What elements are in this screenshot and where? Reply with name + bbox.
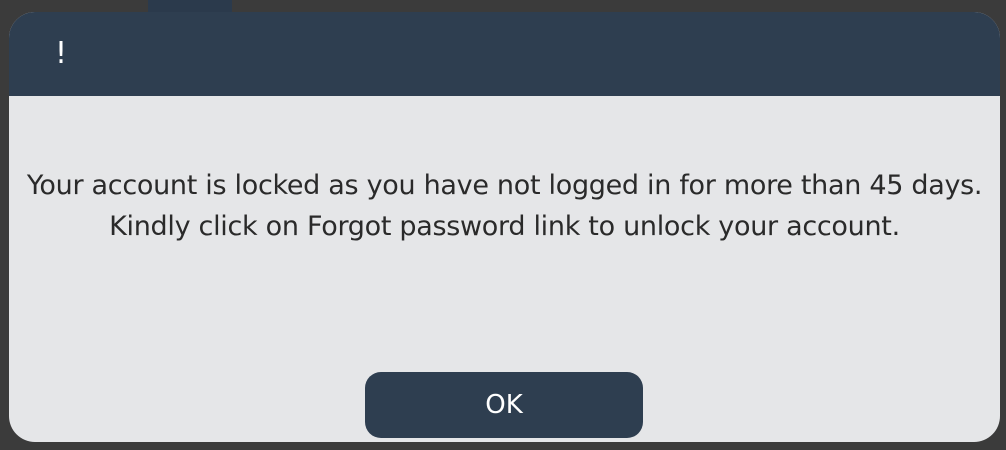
backdrop-tab (148, 0, 232, 12)
dialog-title: ! (55, 36, 68, 71)
ok-button[interactable]: OK (365, 372, 643, 438)
alert-dialog: ! Your account is locked as you have not… (9, 12, 1000, 442)
dialog-header: ! (9, 12, 1000, 96)
dialog-message: Your account is locked as you have not l… (26, 170, 983, 242)
